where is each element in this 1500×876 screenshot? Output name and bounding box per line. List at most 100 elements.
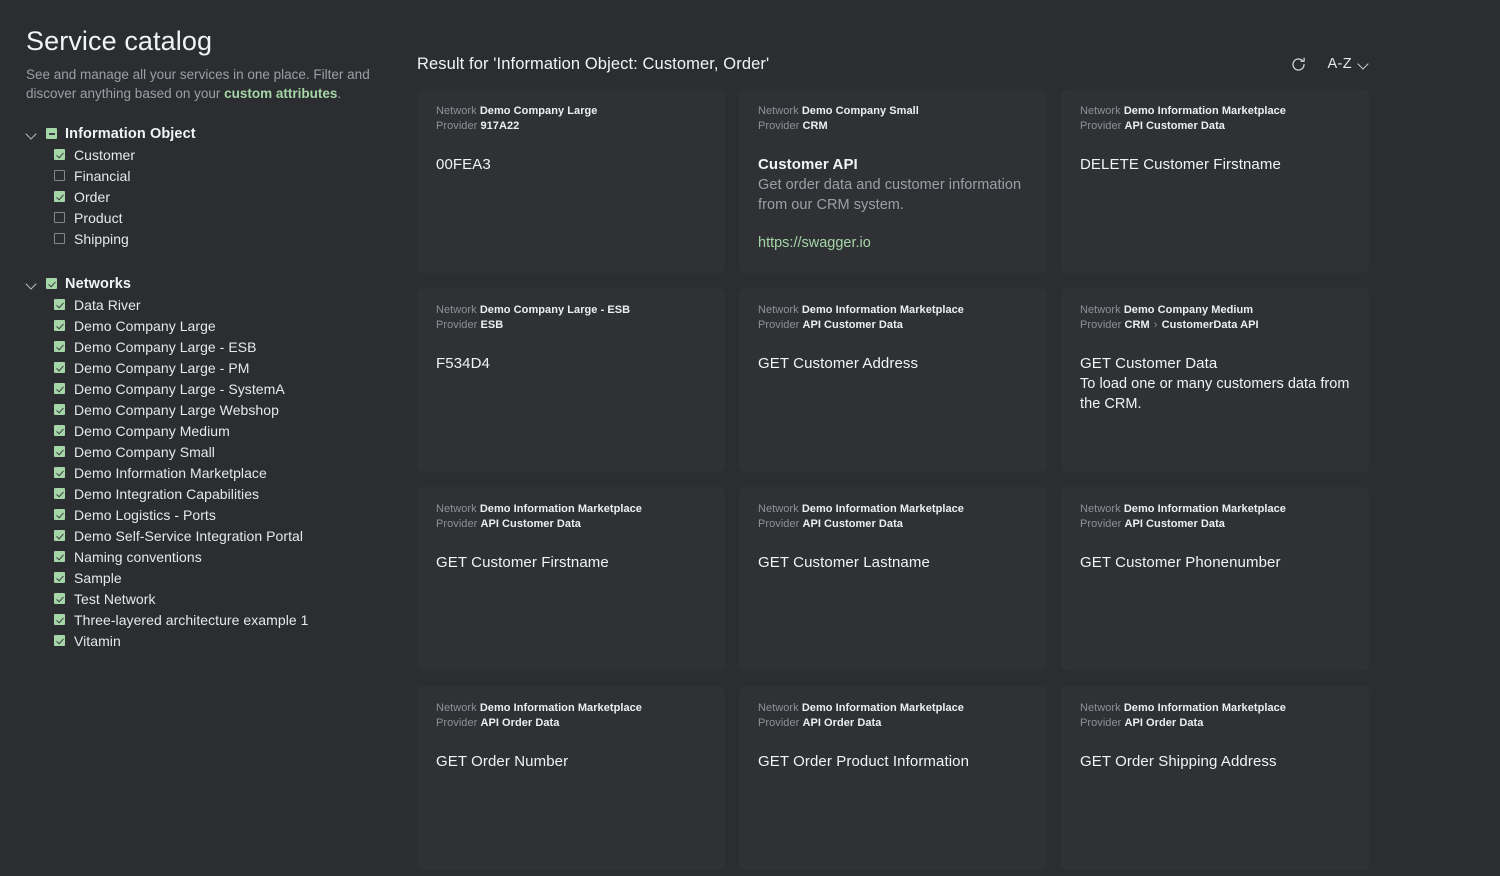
card-title: F534D4 [436,355,490,372]
sort-label: A-Z [1327,56,1352,72]
refresh-icon[interactable] [1287,53,1309,75]
filter-item-three-layered-architecture-example-1[interactable]: Three-layered architecture example 1 [26,609,417,630]
card-network-line: Network Demo Company Medium [1080,303,1350,318]
provider-label: Provider [758,716,803,729]
results-header: Result for 'Information Object: Customer… [417,40,1390,88]
custom-attributes-link[interactable]: custom attributes [224,86,337,101]
filter-item-label: Naming conventions [74,548,202,565]
results-panel: Result for 'Information Object: Customer… [417,0,1500,876]
filter-checkbox[interactable] [54,425,65,436]
network-label: Network [436,503,480,515]
filter-item-data-river[interactable]: Data River [26,294,417,315]
card-network-line: Network Demo Company Small [758,104,1028,119]
filter-item-demo-company-small[interactable]: Demo Company Small [26,441,417,462]
card-network-line: Network Demo Information Marketplace [1080,104,1350,119]
provider-value: API Order Data [802,716,882,729]
filter-item-naming-conventions[interactable]: Naming conventions [26,546,417,567]
filter-checkbox[interactable] [54,383,65,394]
filter-checkbox[interactable] [54,446,65,457]
network-value: Demo Information Marketplace [801,304,964,316]
service-card[interactable]: Network Demo Information Marketplace Prov… [417,686,725,870]
filter-item-order[interactable]: Order [26,186,417,207]
service-card[interactable]: Network Demo Company Medium Provider CRM … [1061,288,1369,472]
card-body: GET Customer Address [758,354,1028,374]
filter-item-label: Financial [74,167,131,184]
filter-item-label: Customer [74,146,136,163]
card-body: GET Customer Firstname [436,553,706,573]
card-provider-line: Provider API Customer Data [1080,119,1350,134]
provider-label: Provider [1080,716,1125,729]
card-body: GET Order Number [436,752,706,772]
filter-checkbox[interactable] [54,233,65,244]
filter-item-demo-company-large-esb[interactable]: Demo Company Large - ESB [26,336,417,357]
filter-checkbox[interactable] [54,467,65,478]
network-label: Network [436,702,480,714]
provider-label: Provider [758,517,803,530]
filter-group-header[interactable]: Networks [26,273,417,294]
group-checkbox[interactable] [46,278,57,289]
filter-item-financial[interactable]: Financial [26,165,417,186]
card-title: GET Customer Data [1080,355,1218,372]
filter-checkbox[interactable] [54,170,65,181]
filter-checkbox[interactable] [54,404,65,415]
card-network-line: Network Demo Information Marketplace [758,303,1028,318]
service-card[interactable]: Network Demo Information Marketplace Prov… [1061,686,1369,870]
service-card[interactable]: Network Demo Information Marketplace Prov… [1061,89,1369,273]
filter-checkbox[interactable] [54,509,65,520]
filter-item-demo-logistics-ports[interactable]: Demo Logistics - Ports [26,504,417,525]
subtitle-text-after: . [337,86,342,101]
card-provider-line: Provider API Order Data [436,716,706,731]
filter-item-demo-self-service-integration-portal[interactable]: Demo Self-Service Integration Portal [26,525,417,546]
service-card[interactable]: Network Demo Information Marketplace Prov… [739,686,1047,870]
service-card[interactable]: Network Demo Information Marketplace Prov… [1061,487,1369,671]
filter-checkbox[interactable] [54,320,65,331]
filter-item-demo-company-large-webshop[interactable]: Demo Company Large Webshop [26,399,417,420]
card-body: Customer API Get order data and customer … [758,155,1028,252]
filter-item-vitamin[interactable]: Vitamin [26,630,417,651]
service-card[interactable]: Network Demo Company Small Provider CRM Cu… [739,89,1047,273]
filter-item-demo-company-medium[interactable]: Demo Company Medium [26,420,417,441]
filter-item-demo-information-marketplace[interactable]: Demo Information Marketplace [26,462,417,483]
card-link[interactable]: https://swagger.io [758,235,871,251]
filter-checkbox[interactable] [54,362,65,373]
filter-checkbox[interactable] [54,341,65,352]
filter-checkbox[interactable] [54,614,65,625]
filter-group-header[interactable]: Information Object [26,123,417,144]
filter-item-sample[interactable]: Sample [26,567,417,588]
service-card[interactable]: Network Demo Information Marketplace Prov… [417,487,725,671]
network-value: Demo Company Large - ESB [479,304,631,316]
filter-checkbox[interactable] [54,572,65,583]
filter-item-customer[interactable]: Customer [26,144,417,165]
sort-dropdown[interactable]: A-Z [1327,56,1370,72]
network-value: Demo Information Marketplace [801,702,964,714]
service-card[interactable]: Network Demo Company Large - ESB Provider… [417,288,725,472]
service-card[interactable]: Network Demo Information Marketplace Prov… [739,487,1047,671]
service-card[interactable]: Network Demo Company Large Provider 917A2… [417,89,725,273]
card-body: F534D4 [436,354,706,374]
filter-group-label: Information Object [65,125,196,142]
filter-checkbox[interactable] [54,530,65,541]
filter-item-label: Demo Information Marketplace [74,464,267,481]
chevron-right-icon: › [1150,318,1161,331]
filter-item-shipping[interactable]: Shipping [26,228,417,249]
network-label: Network [1080,702,1124,714]
card-title: GET Customer Phonenumber [1080,554,1281,571]
filter-checkbox[interactable] [54,593,65,604]
filter-item-demo-integration-capabilities[interactable]: Demo Integration Capabilities [26,483,417,504]
card-provider-line: Provider API Order Data [1080,716,1350,731]
filter-item-product[interactable]: Product [26,207,417,228]
filter-checkbox[interactable] [54,191,65,202]
filter-checkbox[interactable] [54,635,65,646]
filter-checkbox[interactable] [54,149,65,160]
filter-item-test-network[interactable]: Test Network [26,588,417,609]
group-checkbox[interactable] [46,128,57,139]
filter-checkbox[interactable] [54,212,65,223]
filter-checkbox[interactable] [54,488,65,499]
filter-checkbox[interactable] [54,299,65,310]
card-body: GET Customer Lastname [758,553,1028,573]
filter-checkbox[interactable] [54,551,65,562]
filter-item-demo-company-large-systema[interactable]: Demo Company Large - SystemA [26,378,417,399]
service-card[interactable]: Network Demo Information Marketplace Prov… [739,288,1047,472]
filter-item-demo-company-large-pm[interactable]: Demo Company Large - PM [26,357,417,378]
filter-item-demo-company-large[interactable]: Demo Company Large [26,315,417,336]
